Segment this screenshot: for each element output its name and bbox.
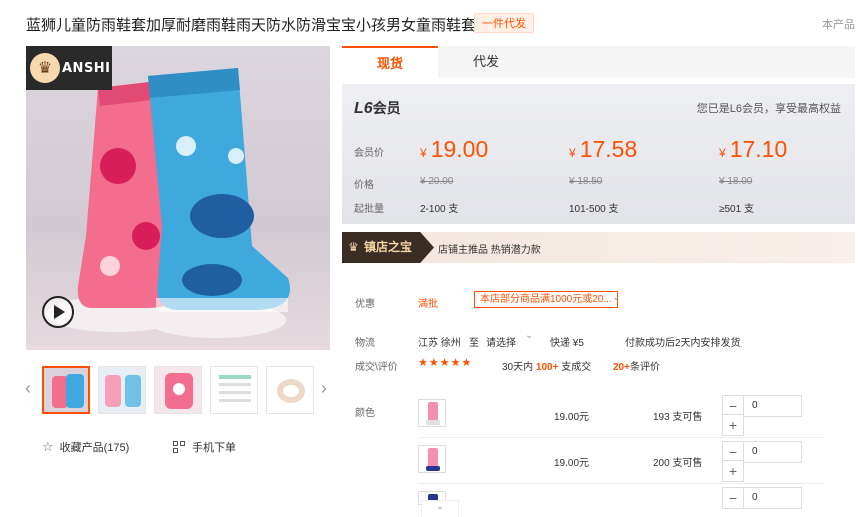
treasure-banner[interactable]: ♛ 镇店之宝 店铺主推品 热销潜力款 [342, 232, 855, 263]
treasure-text: 店铺主推品 热销潜力款 [438, 245, 541, 256]
tab-in-stock[interactable]: 现货 [342, 46, 438, 78]
swatch-image [426, 448, 440, 471]
review-unit: 条评价 [629, 362, 660, 373]
sales-unit: 支成交 [561, 362, 592, 373]
tab-dropship[interactable]: 代发 [454, 46, 518, 78]
thumbnail-image [44, 368, 88, 412]
dropship-tag: 一件代发 [474, 13, 534, 33]
offers-link[interactable]: 満批 [418, 295, 438, 310]
review-count: 20+ [613, 362, 630, 373]
logistics-from: 江苏 徐州 [418, 338, 461, 349]
color-row-3: − 0 [418, 487, 825, 517]
treasure-badge-label: 镇店之宝 [364, 240, 413, 254]
member-price-tier-2: ¥17.58 [569, 136, 637, 163]
brand-text: ANSHI [62, 60, 111, 76]
chevron-right-icon[interactable]: › [321, 378, 327, 399]
mobile-order-label: 手机下单 [192, 442, 236, 454]
logistics-label: 物流 [355, 338, 375, 349]
member-price-tier-1: ¥19.00 [420, 136, 488, 163]
color-label: 颜色 [355, 408, 375, 419]
tab-bar: 现货 代发 [342, 46, 855, 78]
price-label: 价格 [354, 180, 374, 191]
thumbnail-image [155, 367, 201, 413]
main-product-image[interactable]: ♛ ANSHI [26, 46, 330, 350]
thumbnail-image [211, 367, 257, 413]
favorite-label: 收藏产品(175) [59, 442, 130, 454]
crown-icon: ♛ [30, 53, 60, 83]
price-box: L6会员 您已是L6会员，享受最高权益 会员价 价格 起批量 ¥19.00 ¥1… [342, 84, 855, 224]
color-row-1: 19.00元 193 支可售 − 0 + [418, 395, 825, 438]
moq-tier-1: 2-100 支 [420, 204, 459, 215]
member-price-label: 会员价 [354, 148, 384, 159]
expand-colors-button[interactable]: ⌄ [421, 500, 459, 517]
swatch-image [426, 402, 440, 425]
offers-label: 优惠 [355, 299, 375, 310]
thumbnail-3[interactable] [154, 366, 202, 414]
color-price: 19.00元 [554, 458, 590, 469]
member-price-tier-3: ¥17.10 [719, 136, 787, 163]
moq-tier-3: ≥501 支 [719, 204, 754, 215]
top-right-text: 本产品 [822, 19, 855, 31]
thumbnail-image [267, 367, 313, 413]
increment-button[interactable]: + [722, 460, 744, 482]
thumbnail-1[interactable] [42, 366, 90, 414]
color-stock: 200 支可售 [653, 458, 703, 469]
level-badge: L6 [354, 100, 373, 117]
thumbnail-image [99, 367, 145, 413]
moq-tier-2: 101-500 支 [569, 204, 619, 215]
moq-label: 起批量 [354, 204, 384, 215]
destination-select[interactable]: 请选择 [486, 334, 516, 349]
logistics-to-word: 至 [469, 338, 479, 349]
member-price-value: 17.58 [579, 136, 638, 162]
sales-count: 100+ [535, 362, 559, 373]
product-title: 蓝狮儿童防雨鞋套加厚耐磨雨鞋雨天防水防滑宝宝小孩男女童雨鞋套 [26, 17, 477, 34]
play-video-button[interactable] [42, 296, 74, 328]
star-outline-icon: ☆ [42, 439, 54, 454]
sales-days: 30天内 [502, 362, 534, 373]
treasure-badge: ♛ 镇店之宝 [342, 232, 434, 263]
level-note: 您已是L6会员，享受最高权益 [696, 103, 841, 115]
coupon-tag[interactable]: 本店部分商品满1000元或20... [474, 291, 618, 308]
color-swatch[interactable] [418, 399, 446, 427]
qr-code-icon [173, 440, 186, 454]
color-row-2: 19.00元 200 支可售 − 0 + [418, 441, 825, 484]
reviews-label: 成交\评价 [355, 362, 398, 373]
chevron-left-icon[interactable]: ‹ [25, 378, 31, 399]
color-price: 19.00元 [554, 412, 590, 423]
thumbnail-4[interactable] [210, 366, 258, 414]
chevron-down-icon[interactable]: ⌄ [525, 330, 533, 341]
brand-logo: ♛ ANSHI [26, 46, 112, 90]
original-price-tier-1: ¥ 20.00 [420, 176, 454, 187]
original-price-tier-2: ¥ 18.50 [569, 176, 603, 187]
play-icon [54, 305, 65, 319]
member-price-value: 17.10 [729, 136, 788, 162]
coupon-text: 本店部分商品满1000元或20... [480, 294, 612, 305]
rating-stars: ★★★★★ [418, 357, 473, 369]
sales-summary: 30天内 100+ 支成交 [502, 358, 591, 373]
currency-symbol: ¥ [719, 146, 726, 160]
decrement-button[interactable]: − [722, 487, 744, 509]
shipping-note: 付款成功后2天内安排发货 [625, 338, 741, 349]
original-price-tier-3: ¥ 18.00 [719, 176, 753, 187]
member-price-value: 19.00 [430, 136, 489, 162]
member-level: L6会员 [354, 98, 401, 118]
quantity-input[interactable]: 0 [744, 487, 802, 509]
level-suffix: 会员 [372, 100, 401, 116]
thumbnail-2[interactable] [98, 366, 146, 414]
express-fee: 快递 ¥5 [550, 338, 584, 349]
review-summary[interactable]: 20+条评价 [613, 358, 660, 373]
currency-symbol: ¥ [569, 146, 576, 160]
coupon-chevron-icon[interactable]: ⌄ [612, 292, 620, 303]
currency-symbol: ¥ [420, 146, 427, 160]
favorite-link[interactable]: ☆ 收藏产品(175) [42, 439, 129, 455]
increment-button[interactable]: + [722, 414, 744, 436]
thumbnail-5[interactable] [266, 366, 314, 414]
quantity-stepper: − 0 [722, 487, 802, 511]
color-stock: 193 支可售 [653, 412, 703, 423]
crown-icon: ♛ [348, 240, 359, 254]
mobile-order-link[interactable]: 手机下单 [173, 439, 236, 455]
quantity-input[interactable]: 0 [744, 395, 802, 417]
color-swatch[interactable] [418, 445, 446, 473]
quantity-input[interactable]: 0 [744, 441, 802, 463]
